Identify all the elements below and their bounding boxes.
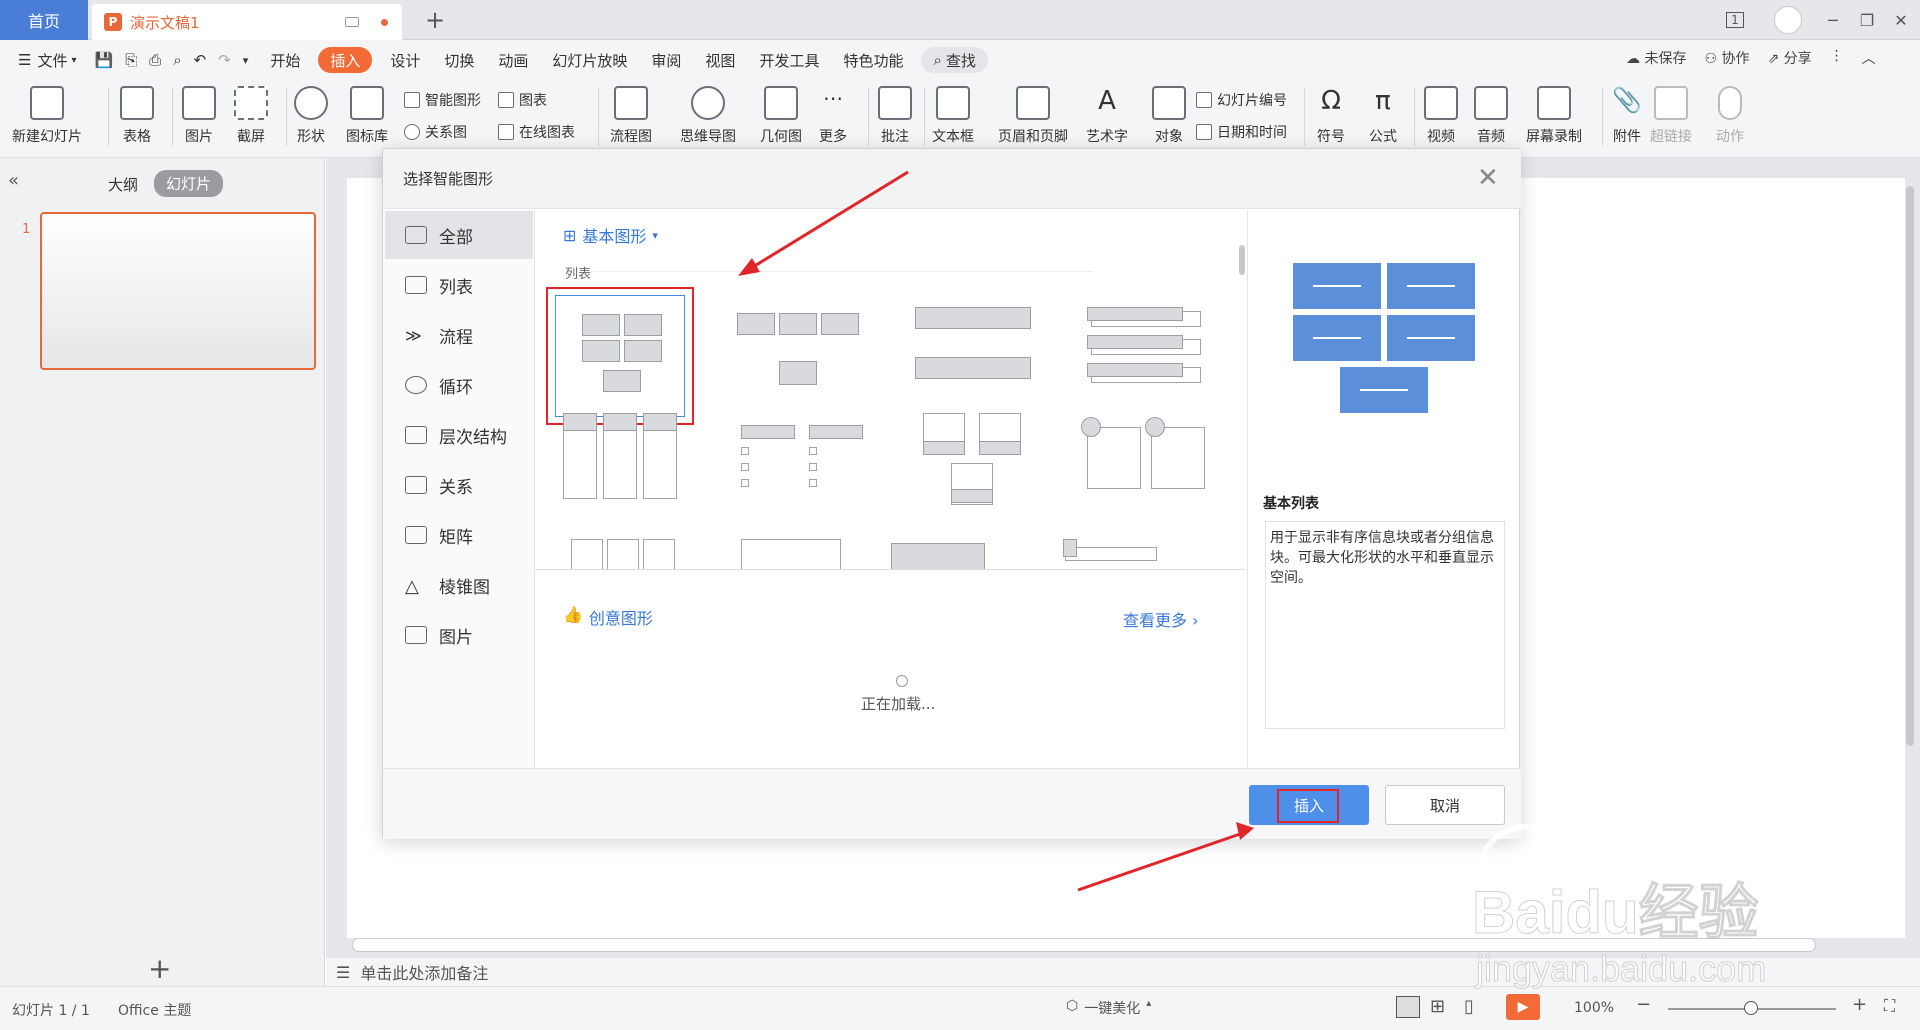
watermark-url: jingyan.baidu.com xyxy=(1475,948,1767,990)
arrow-to-insert xyxy=(1077,832,1241,892)
watermark-brand: Baidu经验 xyxy=(1472,879,1760,947)
arrow-to-thumbnail-head xyxy=(738,258,760,276)
arrow-to-thumbnail xyxy=(747,170,909,272)
arrow-to-insert-head xyxy=(1236,822,1254,840)
